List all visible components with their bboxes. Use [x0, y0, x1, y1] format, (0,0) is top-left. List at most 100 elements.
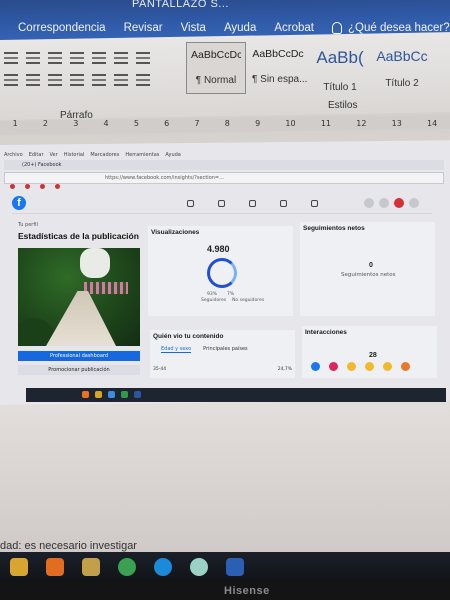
menu-vista[interactable]: Vista: [181, 22, 206, 34]
age-range-label: 35-44: [153, 367, 167, 372]
browser-menu-item[interactable]: Editar: [29, 152, 44, 158]
ruler-mark: 10: [285, 119, 296, 128]
ruler-mark: 12: [356, 119, 367, 128]
word-icon[interactable]: [134, 391, 141, 398]
inner-taskbar-icons: [82, 391, 141, 398]
audience-title: Quién vio tu contenido: [153, 333, 224, 340]
file-explorer-icon[interactable]: [10, 558, 28, 576]
views-card: Visualizaciones 4.980 93% 7% Seguidores …: [148, 226, 293, 316]
shading-icon[interactable]: [114, 74, 128, 86]
multilevel-list-icon[interactable]: [48, 52, 62, 64]
bookmarks-bar: [10, 184, 62, 190]
messenger-icon[interactable]: [379, 198, 389, 208]
garden-path: [46, 291, 116, 346]
group-label-estilos: Estilos: [328, 100, 358, 111]
edge-icon[interactable]: [154, 558, 172, 576]
menu-acrobat[interactable]: Acrobat: [274, 22, 314, 34]
menu-revisar[interactable]: Revisar: [124, 22, 163, 34]
browser-menu-item[interactable]: Ver: [50, 152, 58, 158]
megaphone-icon[interactable]: [280, 200, 287, 207]
video-icon[interactable]: [218, 200, 225, 207]
followers-percent: 93%: [207, 292, 218, 297]
paragraph-tools: [4, 52, 179, 96]
sort-icon[interactable]: [114, 52, 128, 64]
menu-ayuda[interactable]: Ayuda: [224, 22, 256, 34]
bullets-icon[interactable]: [4, 52, 18, 64]
bookmark[interactable]: [40, 184, 47, 190]
browser-tabbar: (20+) Facebook: [4, 160, 444, 170]
avatar[interactable]: [409, 198, 419, 208]
menu-grid-icon[interactable]: [364, 198, 374, 208]
net-follows-title: Seguimientos netos: [303, 225, 365, 232]
marketplace-icon[interactable]: [249, 200, 256, 207]
justify-icon[interactable]: [70, 74, 84, 86]
line-spacing-icon[interactable]: [92, 74, 106, 86]
ruler-mark: 3: [73, 119, 79, 128]
ruler-numbers: 1 2 3 4 5 6 7 8 9 10 11 12 13 14: [0, 119, 450, 128]
views-split: 93% 7%: [207, 292, 290, 297]
page-title: Estadísticas de la publicación: [18, 231, 139, 241]
address-bar[interactable]: https://www.facebook.com/insights/?secti…: [4, 172, 444, 184]
dashboard-button[interactable]: Professional dashboard: [18, 351, 140, 361]
tab-top-countries[interactable]: Principales países: [203, 346, 248, 353]
sky-patch: [80, 248, 110, 278]
ruler-mark: 1: [12, 119, 18, 128]
back-link[interactable]: Tu perfil: [18, 222, 140, 228]
browser-menu-item[interactable]: Ayuda: [165, 152, 180, 158]
facebook-logo-icon[interactable]: f: [12, 196, 26, 210]
chrome-icon[interactable]: [118, 558, 136, 576]
facebook-header: f: [12, 196, 432, 214]
browser-menu-item[interactable]: Marcadores: [90, 152, 119, 158]
style-normal[interactable]: AaBbCcDc ¶ Normal: [186, 42, 246, 94]
browser-menu-item[interactable]: Herramientas: [125, 152, 159, 158]
style-preview: AaBbCcDc: [191, 49, 241, 61]
increase-indent-icon[interactable]: [92, 52, 106, 64]
groups-icon[interactable]: [311, 200, 318, 207]
word-icon[interactable]: [226, 558, 244, 576]
angry-icon: [401, 362, 410, 371]
haha-icon: [365, 362, 374, 371]
whatsapp-icon[interactable]: [190, 558, 208, 576]
app-icon[interactable]: [82, 558, 100, 576]
bookmark-icon: [40, 184, 45, 189]
ruler-mark: 2: [42, 119, 49, 128]
numbering-icon[interactable]: [26, 52, 40, 64]
taskbar-icons: [10, 558, 244, 576]
firefox-icon[interactable]: [46, 558, 64, 576]
promote-button[interactable]: Promocionar publicación: [18, 365, 140, 375]
align-center-icon[interactable]: [26, 74, 40, 86]
bookmark[interactable]: [55, 184, 62, 190]
menu-correspondencia[interactable]: Correspondencia: [18, 22, 106, 34]
bookmark[interactable]: [25, 184, 32, 190]
decrease-indent-icon[interactable]: [70, 52, 84, 64]
firefox-icon[interactable]: [82, 391, 89, 398]
style-no-spacing[interactable]: AaBbCcDc ¶ Sin espa...: [248, 42, 308, 94]
home-icon[interactable]: [187, 200, 194, 207]
love-icon: [329, 362, 338, 371]
net-follows-label: Seguimientos netos: [341, 272, 396, 278]
notifications-icon[interactable]: [394, 198, 404, 208]
bookmark[interactable]: [10, 184, 17, 190]
lightbulb-icon: [331, 22, 342, 34]
views-value: 4.980: [207, 244, 230, 254]
audience-row: 35-44 24,7%: [153, 367, 292, 372]
photo-of-monitor: PANTALLAZO S... Correspondencia Revisar …: [0, 0, 450, 600]
browser-tab[interactable]: (20+) Facebook: [22, 162, 62, 168]
style-name: ¶ Normal: [195, 75, 237, 86]
tab-age-gender[interactable]: Edad y sexo: [161, 346, 192, 353]
align-left-icon[interactable]: [4, 74, 18, 86]
ruler-mark: 4: [103, 119, 109, 128]
chrome-icon[interactable]: [121, 391, 128, 398]
style-heading-1[interactable]: AaBb( Título 1: [310, 42, 370, 94]
folder-icon[interactable]: [95, 391, 102, 398]
legend-non-followers: No seguidores: [232, 298, 265, 303]
post-sidebar: Tu perfil Estadísticas de la publicación…: [18, 222, 140, 375]
edge-icon[interactable]: [108, 391, 115, 398]
borders-icon[interactable]: [136, 74, 150, 86]
browser-menu-item[interactable]: Historial: [64, 152, 85, 158]
style-heading-2[interactable]: AaBbCc Título 2: [372, 42, 432, 94]
browser-menu-item[interactable]: Archivo: [4, 152, 23, 158]
style-name: Título 1: [323, 82, 357, 93]
pilcrow-icon[interactable]: [136, 52, 150, 64]
align-right-icon[interactable]: [48, 74, 62, 86]
